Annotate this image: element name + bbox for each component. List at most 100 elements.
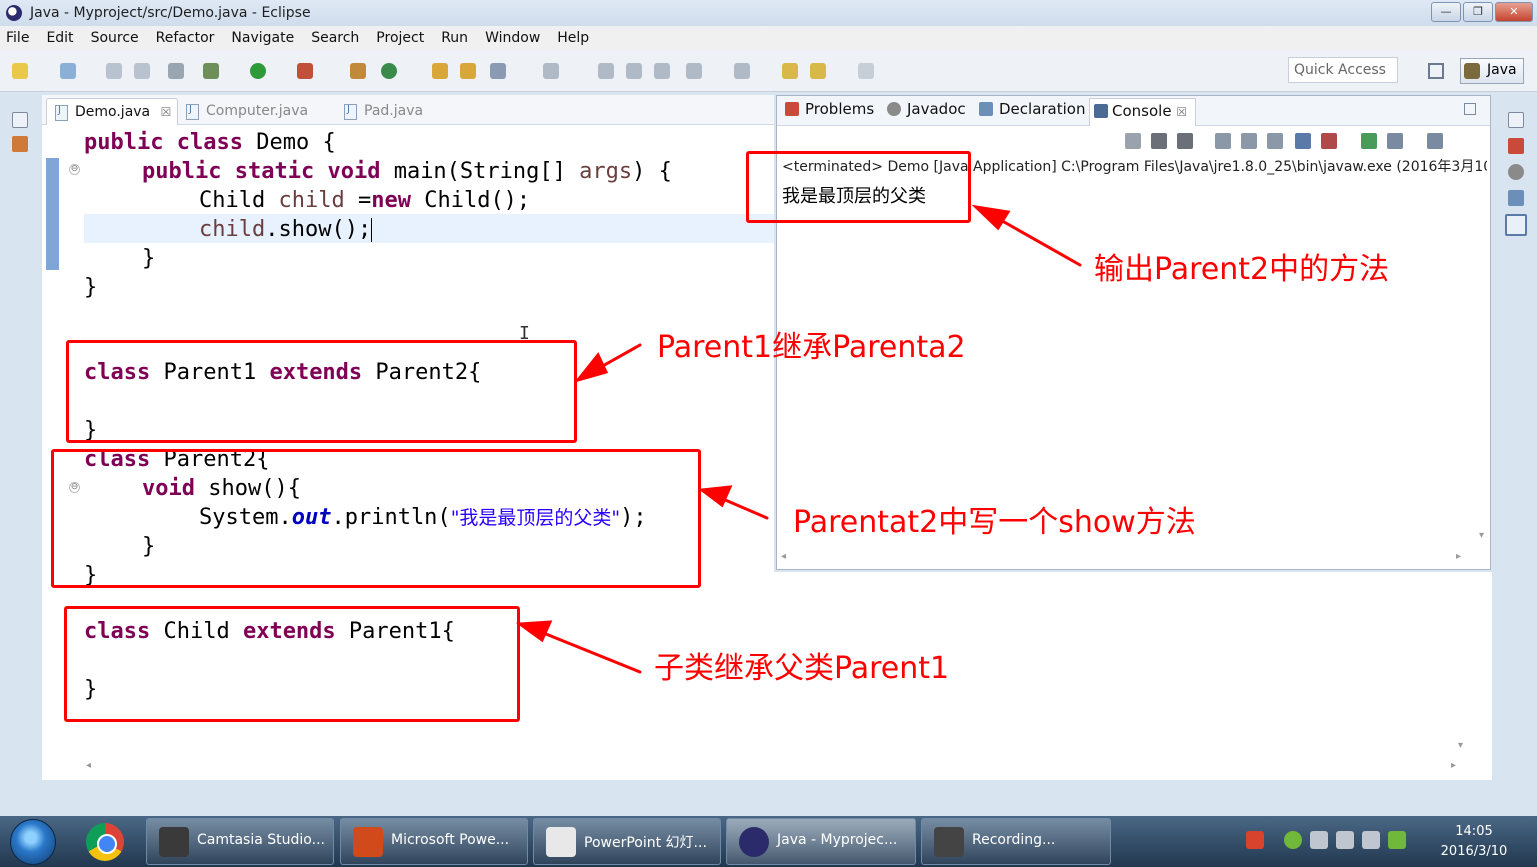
menu-navigate[interactable]: Navigate — [231, 30, 294, 46]
minimize-view-icon[interactable] — [1464, 103, 1476, 115]
show-stdout-icon[interactable] — [1295, 133, 1311, 149]
clear-console-icon[interactable] — [1215, 133, 1231, 149]
menu-project[interactable]: Project — [376, 30, 424, 46]
editor-horizontal-scrollbar[interactable]: ◂ ▸ — [86, 760, 1456, 774]
annotation-icon[interactable] — [598, 63, 614, 79]
fold-toggle-icon[interactable]: ⊖ — [69, 164, 80, 175]
open-perspective-icon[interactable] — [1428, 63, 1444, 79]
menu-source[interactable]: Source — [91, 30, 139, 46]
console-icon[interactable] — [1505, 214, 1527, 236]
skip-breakpoints-icon[interactable] — [168, 63, 184, 79]
javadoc-icon[interactable] — [1508, 164, 1524, 180]
security-icon[interactable] — [1284, 831, 1302, 849]
menu-help[interactable]: Help — [557, 30, 589, 46]
code-line[interactable]: public class Demo { — [84, 128, 336, 157]
close-tab-icon[interactable]: ☒ — [1176, 105, 1187, 119]
pin-console-icon[interactable] — [1361, 133, 1377, 149]
quick-access-input[interactable]: Quick Access — [1288, 57, 1398, 83]
window-controls: — ❐ ✕ — [1431, 2, 1533, 22]
run-icon[interactable] — [250, 63, 266, 79]
package-explorer-icon[interactable] — [12, 136, 28, 152]
menu-run[interactable]: Run — [441, 30, 468, 46]
console-horizontal-scrollbar[interactable]: ◂ ▸ — [781, 551, 1461, 565]
code-line[interactable]: public static void main(String[] args) { — [142, 157, 672, 186]
close-tab-icon[interactable]: ☒ — [161, 105, 172, 119]
menu-file[interactable]: File — [6, 30, 29, 46]
taskbar: Camtasia Studio... Microsoft Powe... Pow… — [0, 816, 1537, 867]
new-class-icon[interactable] — [381, 63, 397, 79]
editor-scroll-down[interactable]: ▾ — [1458, 740, 1463, 751]
problems-icon[interactable] — [1508, 138, 1524, 154]
restore-icon[interactable] — [12, 112, 28, 128]
open-task-icon[interactable] — [460, 63, 476, 79]
taskbar-item-slideshow[interactable]: PowerPoint 幻灯... — [533, 818, 721, 865]
new-type-icon[interactable] — [60, 63, 76, 79]
whitespace-icon[interactable] — [654, 63, 670, 79]
back-icon[interactable] — [810, 63, 826, 79]
toggle-mark-icon[interactable] — [543, 63, 559, 79]
open-type-icon[interactable] — [432, 63, 448, 79]
prev-annotation-icon[interactable] — [734, 63, 750, 79]
code-line[interactable]: Child child =new Child(); — [199, 186, 530, 215]
search-icon[interactable] — [490, 63, 506, 79]
taskbar-item-recording[interactable]: Recording... — [921, 818, 1111, 865]
next-annotation-icon[interactable] — [686, 63, 702, 79]
clock-time: 14:05 — [1455, 824, 1493, 839]
taskbar-item-powerpoint[interactable]: Microsoft Powe... — [340, 818, 528, 865]
start-button[interactable] — [10, 819, 56, 865]
restore-icon[interactable] — [1508, 112, 1524, 128]
tab-pad-java[interactable]: Pad.java — [336, 98, 429, 125]
system-clock[interactable]: 14:05 2016/3/10 — [1430, 822, 1518, 862]
console-scroll-down[interactable]: ▾ — [1479, 530, 1484, 541]
sogou-ime-icon[interactable] — [1246, 831, 1264, 849]
volume-icon[interactable] — [1336, 831, 1354, 849]
tab-problems[interactable]: Problems — [783, 100, 874, 118]
show-stderr-icon[interactable] — [1321, 133, 1337, 149]
save-all-icon[interactable] — [134, 63, 150, 79]
chrome-icon[interactable] — [86, 823, 124, 861]
new-package-icon[interactable] — [350, 63, 366, 79]
word-wrap-icon[interactable] — [1267, 133, 1283, 149]
tab-demo-java[interactable]: Demo.java ☒ — [46, 98, 179, 125]
display-console-icon[interactable] — [1387, 133, 1403, 149]
new-icon[interactable] — [12, 63, 28, 79]
close-button[interactable]: ✕ — [1495, 2, 1533, 22]
block-select-icon[interactable] — [626, 63, 642, 79]
save-icon[interactable] — [106, 63, 122, 79]
remove-all-icon[interactable] — [1177, 133, 1193, 149]
tab-console[interactable]: Console ☒ — [1089, 98, 1197, 126]
menu-edit[interactable]: Edit — [46, 30, 73, 46]
annotation-box-parent1 — [66, 340, 577, 443]
code-line[interactable]: } — [84, 273, 97, 302]
last-edit-icon[interactable] — [782, 63, 798, 79]
maximize-button[interactable]: ❐ — [1463, 2, 1493, 22]
menu-refactor[interactable]: Refactor — [156, 30, 215, 46]
action-center-icon[interactable] — [1388, 831, 1406, 849]
tab-computer-java[interactable]: Computer.java — [178, 98, 314, 125]
debug-icon[interactable] — [203, 63, 219, 79]
console-toolbar — [1117, 130, 1477, 152]
open-console-icon[interactable] — [1427, 133, 1443, 149]
menu-window[interactable]: Window — [485, 30, 540, 46]
external-tools-icon[interactable] — [297, 63, 313, 79]
forward-icon[interactable] — [858, 63, 874, 79]
network-icon[interactable] — [1362, 831, 1380, 849]
taskbar-item-eclipse[interactable]: Java - Myprojec... — [726, 818, 916, 865]
scroll-lock-icon[interactable] — [1241, 133, 1257, 149]
code-line[interactable]: } — [142, 244, 155, 273]
menu-search[interactable]: Search — [311, 30, 359, 46]
status-bar — [0, 780, 1537, 816]
java-file-icon — [186, 104, 199, 120]
declaration-icon[interactable] — [1508, 190, 1524, 206]
window-title: Java - Myproject/src/Demo.java - Eclipse — [30, 5, 311, 21]
eclipse-icon — [6, 5, 22, 21]
usb-icon[interactable] — [1310, 831, 1328, 849]
terminate-icon[interactable] — [1125, 133, 1141, 149]
tab-declaration[interactable]: Declaration — [977, 100, 1085, 118]
tab-javadoc[interactable]: Javadoc — [885, 100, 966, 118]
code-line[interactable]: child.show(); — [199, 215, 373, 244]
camtasia-icon — [159, 827, 189, 857]
remove-launch-icon[interactable] — [1151, 133, 1167, 149]
minimize-button[interactable]: — — [1431, 2, 1461, 22]
taskbar-item-camtasia[interactable]: Camtasia Studio... — [146, 818, 334, 865]
